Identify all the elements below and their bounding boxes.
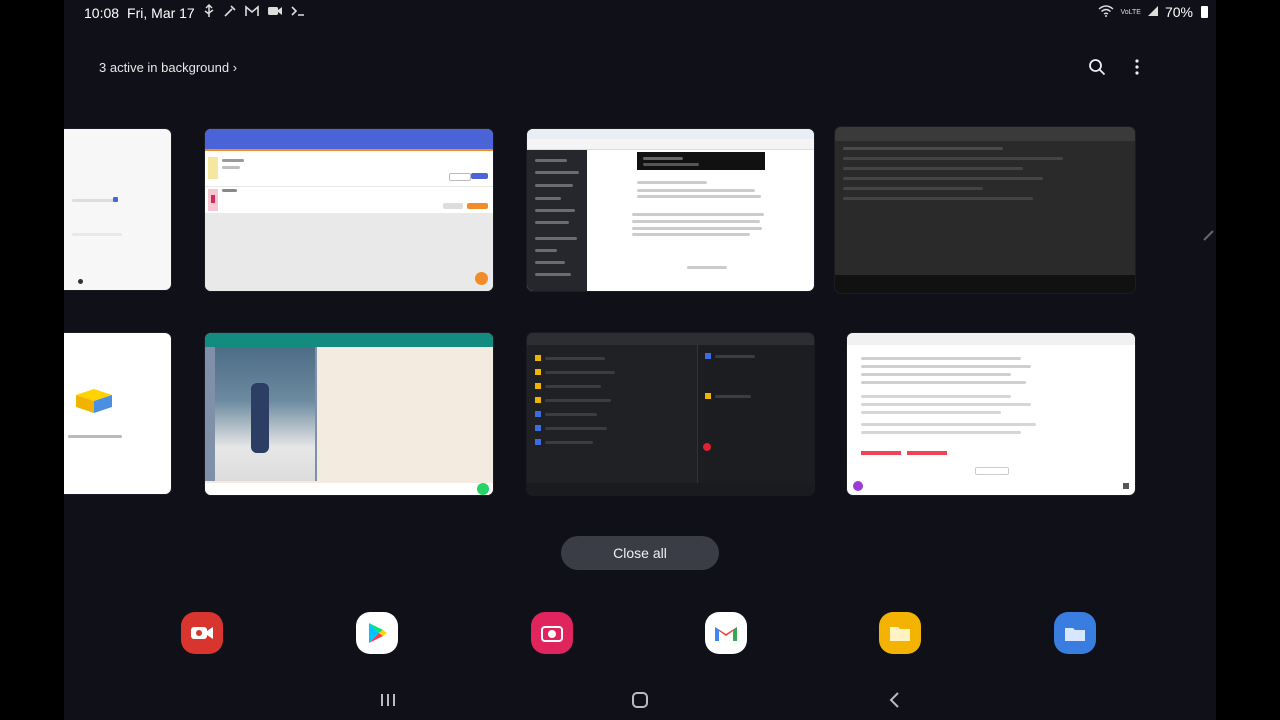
active-in-background-link[interactable]: 3 active in background › [99,60,237,75]
status-right: VoLTE 70% [1098,4,1208,20]
folder-icon [890,627,910,641]
tools-icon [223,4,237,21]
dock-app-screen-recorder[interactable] [181,612,223,654]
screen-recorder-icon [191,627,213,639]
edge-panel-handle[interactable] [1202,228,1214,242]
recent-app-card[interactable] [64,333,171,494]
recents-screen: 10:08 Fri, Mar 17 VoLTE 70% 3 active in … [64,0,1216,720]
network-label: VoLTE [1120,8,1141,16]
home-icon [632,692,648,708]
navigation-bar [64,680,1216,720]
app-dock [64,612,1216,662]
status-left: 10:08 Fri, Mar 17 [84,3,305,21]
recent-app-card[interactable] [64,129,171,290]
dock-app-camera[interactable] [531,612,573,654]
status-bar: 10:08 Fri, Mar 17 VoLTE 70% [64,0,1216,24]
more-vert-icon [1135,59,1139,75]
more-options-button[interactable] [1126,56,1148,78]
close-all-button[interactable]: Close all [561,536,719,570]
back-nav-button[interactable] [879,688,909,712]
dock-app-my-files[interactable] [1054,612,1096,654]
recent-app-card-whatsapp[interactable] [205,333,493,495]
home-nav-button[interactable] [625,688,655,712]
gmail-icon [715,627,737,641]
search-button[interactable] [1086,56,1108,78]
signal-icon [1147,5,1159,20]
recents-icon [381,694,395,706]
recent-app-card-terminal[interactable] [835,127,1135,293]
terminal-icon [291,5,305,20]
dock-app-files[interactable] [879,612,921,654]
play-store-icon [369,623,387,643]
video-icon [267,5,283,20]
battery-percent: 70% [1164,4,1193,20]
wifi-icon [1098,4,1114,20]
top-actions [1086,56,1148,78]
my-files-icon [1065,628,1085,641]
dock-app-gmail[interactable] [705,612,747,654]
recent-app-card-web-form[interactable] [205,129,493,291]
usb-icon [203,3,215,21]
chevron-right-icon: › [232,60,238,75]
recent-app-card-file-manager[interactable] [527,333,814,495]
camera-icon [541,626,563,642]
recent-app-card-document[interactable] [847,333,1135,495]
recent-app-card-browser[interactable] [527,129,814,291]
clock: 10:08 [84,4,120,21]
active-in-background-label: 3 active in background [99,60,230,75]
battery-icon [1201,6,1208,18]
gmail-notification-icon [244,5,259,20]
search-icon [1089,59,1106,76]
date: Fri, Mar 17 [127,4,195,21]
recents-nav-button[interactable] [373,688,403,712]
pencil-icon [1203,230,1214,241]
back-icon [889,692,899,708]
dock-app-play-store[interactable] [356,612,398,654]
